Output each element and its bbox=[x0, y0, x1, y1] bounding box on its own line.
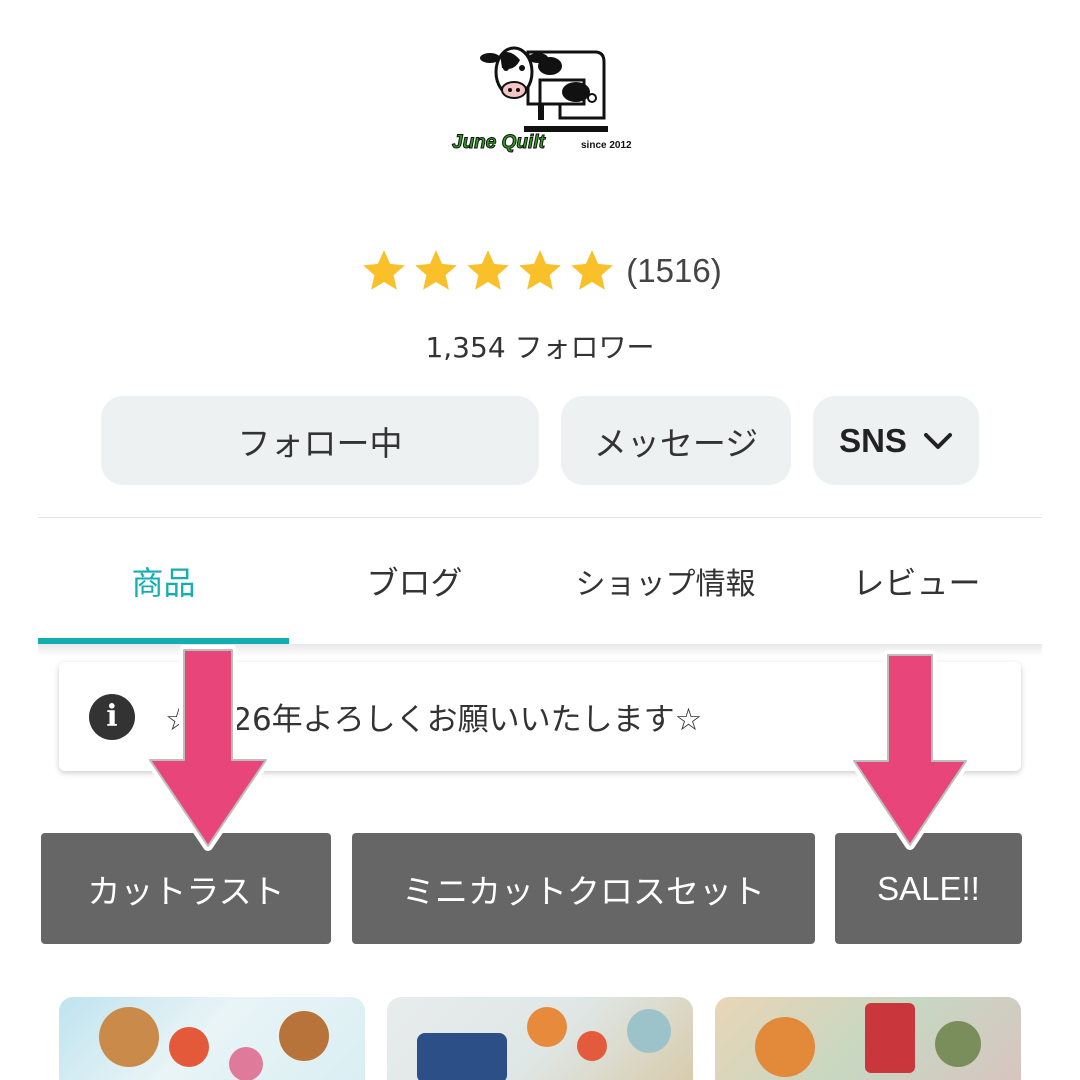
tab-label: レビュー bbox=[852, 564, 981, 602]
logo-title: June Quilt bbox=[452, 132, 546, 154]
sns-dropdown-button[interactable]: SNS bbox=[813, 396, 979, 485]
category-button-mini-cut-cloth-set[interactable]: ミニカットクロスセット bbox=[352, 833, 815, 944]
sns-button-label: SNS bbox=[839, 421, 907, 459]
info-icon: i bbox=[89, 693, 135, 740]
tab-blog[interactable]: ブログ bbox=[289, 540, 540, 644]
product-thumbnail[interactable] bbox=[387, 997, 693, 1080]
shop-logo: June Quilt since 2012 bbox=[450, 40, 650, 160]
shop-rating[interactable]: (1516) bbox=[0, 246, 1080, 296]
follow-button-label: フォロー中 bbox=[237, 423, 403, 463]
product-grid bbox=[59, 997, 1021, 1080]
message-button[interactable]: メッセージ bbox=[561, 396, 791, 485]
cow-sewing-machine-logo bbox=[480, 46, 608, 132]
star-icon bbox=[519, 250, 562, 290]
category-label: ミニカットクロスセット bbox=[402, 871, 765, 911]
category-label: SALE!! bbox=[877, 869, 980, 907]
rating-count: (1516) bbox=[626, 252, 722, 289]
tab-label: 商品 bbox=[131, 564, 196, 602]
follower-count: 1,354 フォロワー bbox=[425, 331, 655, 364]
tab-label: ブログ bbox=[366, 564, 463, 602]
category-label: カットラスト bbox=[87, 871, 285, 911]
tab-reviews[interactable]: レビュー bbox=[791, 540, 1042, 644]
annotation-arrow-down-icon bbox=[145, 645, 271, 851]
product-thumbnail[interactable] bbox=[715, 997, 1021, 1080]
section-divider bbox=[38, 517, 1042, 518]
logo-since: since 2012 bbox=[581, 140, 632, 151]
rating-stars bbox=[358, 246, 618, 296]
star-icon bbox=[571, 250, 614, 290]
star-icon bbox=[415, 250, 458, 290]
chevron-down-icon bbox=[923, 432, 952, 449]
shop-tabs: 商品 ブログ ショップ情報 レビュー bbox=[38, 540, 1042, 644]
follow-button[interactable]: フォロー中 bbox=[101, 396, 539, 485]
tab-label: ショップ情報 bbox=[575, 567, 756, 602]
star-icon bbox=[467, 250, 510, 290]
tab-products[interactable]: 商品 bbox=[38, 540, 289, 644]
message-button-label: メッセージ bbox=[593, 423, 759, 463]
tab-shop-info[interactable]: ショップ情報 bbox=[540, 540, 791, 644]
product-thumbnail[interactable] bbox=[59, 997, 365, 1080]
annotation-arrow-down-icon bbox=[849, 650, 971, 850]
star-icon bbox=[363, 250, 406, 290]
